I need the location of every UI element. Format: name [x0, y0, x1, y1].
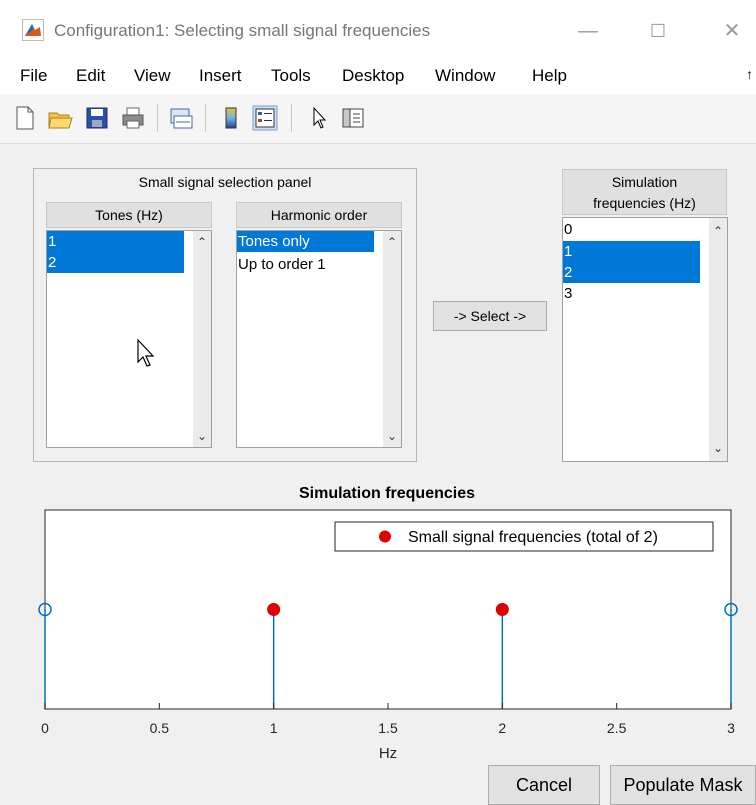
new-file-icon[interactable] — [12, 104, 38, 132]
scroll-down-icon[interactable]: ⌄ — [383, 427, 401, 445]
matlab-figure-icon — [22, 19, 44, 41]
mouse-cursor-icon — [136, 338, 158, 373]
populate-mask-button[interactable]: Populate Mask — [610, 765, 756, 805]
scroll-up-icon[interactable]: ⌃ — [709, 222, 727, 240]
simulation-frequencies-listbox[interactable]: 0 1 2 3 ⌃ ⌄ — [562, 217, 728, 462]
header-line: Simulation — [611, 174, 678, 190]
tones-header: Tones (Hz) — [46, 202, 212, 228]
selection-panel-title: Small signal selection panel — [138, 174, 312, 190]
x-tick-label: 0.5 — [150, 720, 170, 736]
harmonic-order-listbox[interactable]: Tones only Up to order 1 ⌃ ⌄ — [236, 230, 402, 448]
x-tick-label: 0 — [41, 720, 49, 736]
list-item[interactable]: Tones only — [237, 231, 374, 252]
open-folder-icon[interactable] — [47, 104, 73, 132]
stem-marker — [495, 603, 509, 616]
simulation-frequencies-header: Simulation frequencies (Hz) — [562, 169, 727, 215]
scrollbar[interactable]: ⌃ ⌄ — [709, 218, 727, 461]
legend-icon[interactable] — [252, 104, 278, 132]
x-tick-label: 2.5 — [607, 720, 627, 736]
x-tick-label: 1.5 — [378, 720, 398, 736]
chart-title: Simulation frequencies — [298, 485, 476, 502]
print-icon[interactable] — [120, 104, 146, 132]
x-tick-label: 2 — [498, 720, 506, 736]
cancel-button[interactable]: Cancel — [488, 765, 600, 805]
menu-file[interactable]: File — [20, 66, 47, 86]
colorbar-icon[interactable] — [218, 104, 244, 132]
list-item[interactable]: 3 — [563, 284, 700, 304]
save-icon[interactable] — [84, 104, 110, 132]
menu-help[interactable]: Help — [532, 66, 567, 86]
list-item[interactable]: 1 — [563, 241, 700, 262]
scroll-up-icon[interactable]: ⌃ — [383, 233, 401, 251]
close-button[interactable]: ✕ — [712, 16, 752, 46]
list-item[interactable]: 2 — [563, 262, 700, 283]
list-item[interactable]: Up to order 1 — [237, 254, 374, 275]
header-line: frequencies (Hz) — [593, 195, 696, 211]
edit-plot-arrow-icon[interactable] — [306, 104, 332, 132]
scrollbar[interactable]: ⌃ ⌄ — [383, 231, 401, 447]
list-item[interactable]: 0 — [563, 220, 700, 240]
menu-window[interactable]: Window — [435, 66, 495, 86]
scroll-down-icon[interactable]: ⌄ — [709, 439, 727, 457]
toolbar — [0, 94, 756, 144]
chart: 0 0.5 1 1.5 2 2.5 3 Hz Small signal frequencie… — [38, 509, 738, 762]
scroll-up-icon[interactable]: ⌃ — [193, 233, 211, 251]
x-tick-label: 1 — [270, 720, 278, 736]
maximize-button[interactable]: ☐ — [638, 16, 678, 46]
link-plot-icon[interactable] — [168, 104, 194, 132]
minimize-button[interactable]: — — [568, 16, 608, 46]
select-button-label: -> Select -> — [453, 308, 527, 324]
tones-listbox[interactable]: 1 2 ⌃ ⌄ — [46, 230, 212, 448]
window-title: Configuration1: Selecting small signal f… — [54, 21, 431, 40]
menu-insert[interactable]: Insert — [199, 66, 242, 86]
menu-tools[interactable]: Tools — [271, 66, 311, 86]
menu-view[interactable]: View — [134, 66, 171, 86]
toolbar-separator — [205, 104, 206, 132]
toolbar-separator — [157, 104, 158, 132]
x-tick-label: 3 — [727, 720, 735, 736]
menu-desktop[interactable]: Desktop — [342, 66, 404, 86]
x-axis-label: Hz — [379, 745, 397, 762]
list-item[interactable]: 2 — [47, 252, 184, 273]
legend: Small signal frequencies (total of 2) — [334, 521, 714, 552]
toolbar-dock-arrow-icon[interactable]: ↑ — [746, 66, 753, 82]
toolbar-separator — [291, 104, 292, 132]
select-button[interactable]: -> Select -> — [433, 301, 547, 331]
list-item[interactable]: 1 — [47, 231, 184, 252]
scrollbar[interactable]: ⌃ ⌄ — [193, 231, 211, 447]
menu-edit[interactable]: Edit — [76, 66, 105, 86]
property-inspector-icon[interactable] — [340, 104, 366, 132]
stem-marker — [267, 603, 281, 616]
harmonic-order-header: Harmonic order — [236, 202, 402, 228]
scroll-down-icon[interactable]: ⌄ — [193, 427, 211, 445]
legend-label: Small signal frequencies (total of 2) — [408, 529, 658, 546]
legend-marker — [379, 530, 391, 543]
